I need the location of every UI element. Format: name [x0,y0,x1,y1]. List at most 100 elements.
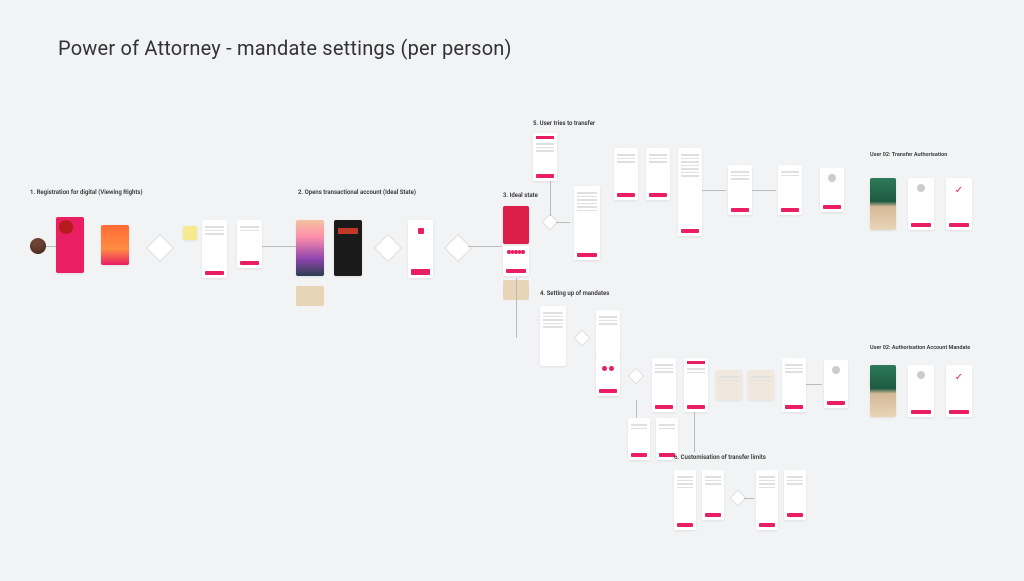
primary-button [655,405,673,409]
screen-s5-1[interactable] [533,133,557,181]
decision-node-3[interactable] [444,234,472,262]
primary-button [949,223,969,227]
screen-u2-success[interactable]: ✓ [946,365,972,417]
decision-mini-2[interactable] [574,330,591,347]
screen-alert[interactable] [408,220,433,278]
screen-s3-long[interactable] [678,148,702,236]
screen-form-1[interactable] [202,220,227,278]
screen-s4-c[interactable] [684,358,708,412]
decision-node-2[interactable] [374,234,402,262]
screen-lockscreen-2[interactable] [870,365,896,417]
screen-u2-avatar[interactable] [908,365,934,417]
user-flow-1-label: User 02: Transfer Authorisation [870,152,947,158]
screen-lockscreen-1[interactable] [870,178,896,230]
screen-s3-form-b[interactable] [646,148,670,200]
decision-mini-3[interactable] [628,368,645,385]
section-5-label: 5. User tries to transfer [533,120,595,127]
dot-icon [609,366,614,371]
screen-s4-avatar[interactable] [824,360,848,408]
screen-iphone-home[interactable] [296,220,324,276]
connector-s2s3 [468,246,502,247]
hand-icon [418,228,424,234]
primary-button [205,271,224,275]
primary-button [827,401,845,405]
connector-v4 [694,412,695,452]
section-3-label: 3. Ideal state [503,192,538,199]
screen-s6-c[interactable] [756,470,778,530]
primary-button [617,193,635,197]
primary-button [577,253,597,257]
logo-icon [59,220,73,234]
screen-u1-success[interactable]: ✓ [946,178,972,230]
note-yellow[interactable] [183,226,197,240]
screen-s4-gray-1[interactable] [716,370,742,400]
check-icon: ✓ [954,373,964,383]
avatar-icon [828,174,836,182]
primary-button [506,269,526,273]
decision-node[interactable] [146,234,174,262]
screen-s6-d[interactable] [784,470,806,520]
connector-v2 [516,278,517,338]
screen-s3-list-1[interactable] [574,186,600,260]
connector-h2 [702,190,726,191]
primary-button [911,223,931,227]
screen-s4-a2[interactable] [596,352,620,396]
primary-button [411,269,430,275]
connector-h [556,222,570,223]
connector-h5 [744,498,754,499]
screen-under-red[interactable] [503,246,529,276]
screen-s4-d[interactable] [782,358,806,412]
primary-button [536,174,554,178]
section-4-label: 4. Setting up of mandates [540,290,609,297]
screen-s3-avatar[interactable] [820,168,844,212]
screen-s3-form-d[interactable] [778,165,802,215]
primary-button [687,405,705,409]
screen-s3-form-c[interactable] [728,165,752,215]
primary-button [911,410,931,414]
user-flow-2-label: User 02: Authorisation Account Mandate [870,345,970,351]
screen-u1-avatar[interactable] [908,178,934,230]
screen-splash[interactable] [56,217,84,273]
connector-s1s2 [262,246,296,247]
screen-s6-b[interactable] [702,470,724,520]
section-6-label: 6. Customisation of transfer limits [674,454,766,461]
primary-button [681,229,699,233]
error-banner-icon [338,228,358,234]
primary-button [949,410,969,414]
header-strip [687,361,705,364]
connector-h3 [752,190,776,191]
connector-h4 [806,384,822,385]
screen-s4-list[interactable] [540,306,566,366]
check-icon: ✓ [954,186,964,196]
screen-form-2[interactable] [237,220,262,268]
primary-button [240,261,259,265]
primary-button [781,208,799,212]
section-2-label: 2. Opens transactional account (Ideal St… [298,189,416,196]
screen-s4-b[interactable] [652,358,676,412]
screen-red-card[interactable] [503,206,529,244]
primary-button [599,389,617,393]
primary-button [631,453,647,457]
flow-start-node[interactable] [30,238,46,254]
screen-s4-e[interactable] [628,418,650,460]
primary-button [731,208,749,212]
page-title: Power of Attorney - mandate settings (pe… [58,36,512,60]
primary-button [677,523,693,527]
avatar-icon [917,184,925,192]
primary-button [649,193,667,197]
primary-button [823,205,841,209]
primary-button [785,405,803,409]
avatar-icon [832,366,840,374]
header-strip [536,136,554,139]
flow-canvas[interactable]: Power of Attorney - mandate settings (pe… [0,0,1024,581]
primary-button [705,513,721,517]
connector [46,246,56,247]
screen-s3-form-a[interactable] [614,148,638,200]
primary-button [787,513,803,517]
screen-s4-gray-2[interactable] [748,370,774,400]
card-beige[interactable] [296,286,324,306]
screen-s6-a[interactable] [674,470,696,530]
screen-dark[interactable] [334,220,362,276]
dot-icon [602,366,607,371]
screen-card-orange[interactable] [101,225,129,265]
